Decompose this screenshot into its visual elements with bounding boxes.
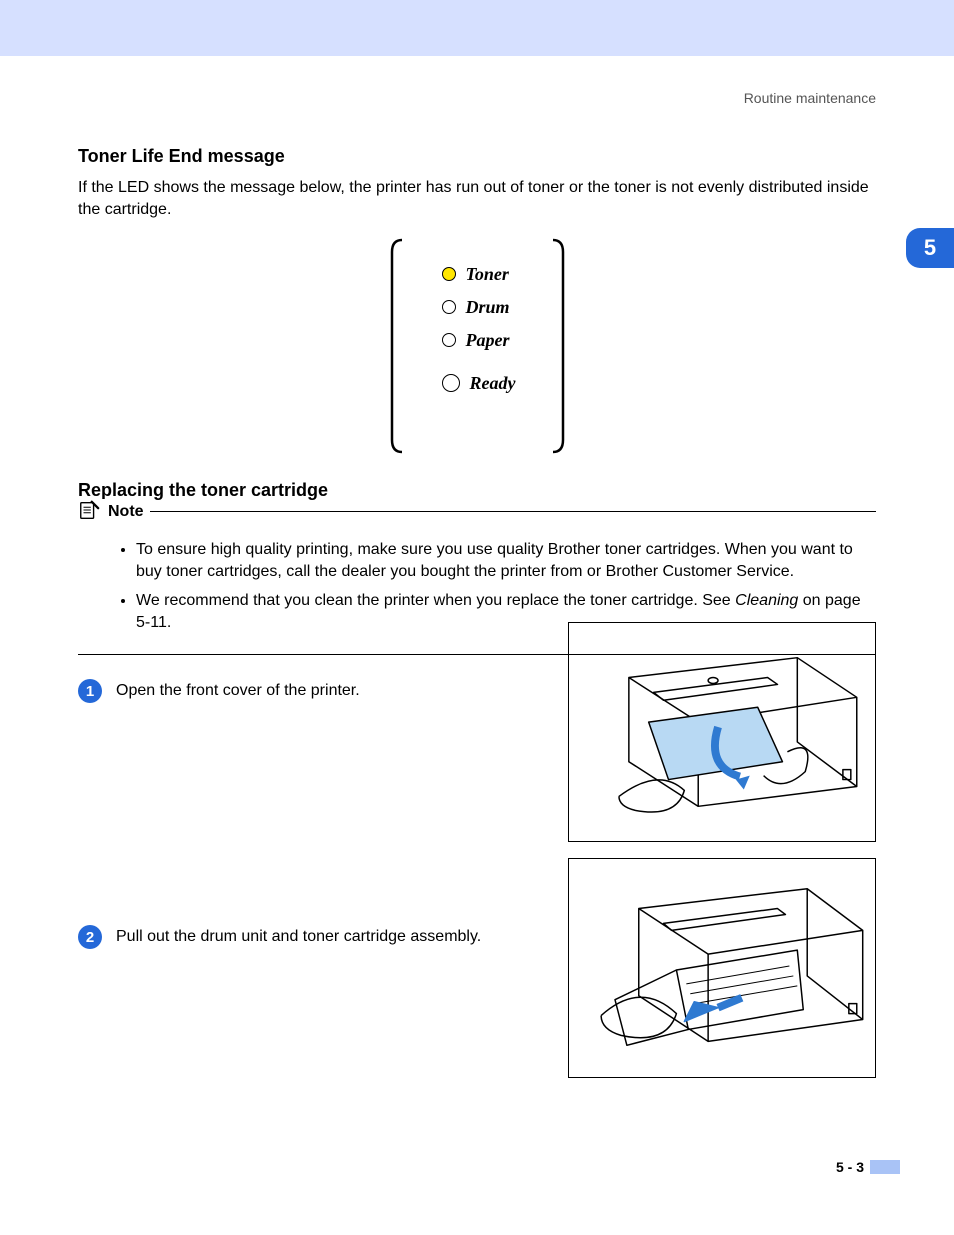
led-indicator-ready	[442, 374, 460, 392]
step-text: Pull out the drum unit and toner cartrid…	[116, 923, 481, 948]
led-row-ready: Ready	[442, 373, 552, 394]
bracket-left-icon	[390, 236, 404, 456]
step-text: Open the front cover of the printer.	[116, 677, 360, 702]
page-number: 5 - 3	[836, 1159, 864, 1175]
led-panel-figure: Toner Drum Paper Ready	[390, 236, 565, 456]
footer-stripe	[870, 1160, 900, 1174]
cleaning-link[interactable]: Cleaning	[735, 592, 798, 609]
step-badge: 2	[78, 925, 102, 949]
led-label: Drum	[466, 297, 510, 318]
note-bullet: To ensure high quality printing, make su…	[136, 539, 876, 584]
note-header: Note	[78, 499, 150, 526]
led-label: Paper	[466, 330, 510, 351]
led-row-drum: Drum	[442, 297, 552, 318]
note-list: To ensure high quality printing, make su…	[78, 539, 876, 635]
note-icon	[78, 499, 100, 526]
step-badge: 1	[78, 679, 102, 703]
led-indicator-drum	[442, 300, 456, 314]
led-label: Ready	[470, 373, 516, 394]
figure-column	[568, 622, 876, 1094]
bracket-right-icon	[551, 236, 565, 456]
figure-open-cover	[568, 622, 876, 842]
section-title-toner-life: Toner Life End message	[78, 146, 876, 167]
led-items: Toner Drum Paper Ready	[442, 264, 552, 406]
page-footer: 5 - 3	[836, 1159, 900, 1175]
note-label: Note	[108, 503, 144, 521]
figure-pull-drum	[568, 858, 876, 1078]
note-bullet-pre: We recommend that you clean the printer …	[136, 592, 735, 609]
top-banner	[0, 0, 954, 56]
led-row-toner: Toner	[442, 264, 552, 285]
led-indicator-toner	[442, 267, 456, 281]
running-header: Routine maintenance	[78, 90, 876, 106]
section-title-replacing: Replacing the toner cartridge	[78, 480, 876, 501]
led-row-paper: Paper	[442, 330, 552, 351]
led-indicator-paper	[442, 333, 456, 347]
toner-life-paragraph: If the LED shows the message below, the …	[78, 177, 876, 222]
led-label: Toner	[466, 264, 509, 285]
